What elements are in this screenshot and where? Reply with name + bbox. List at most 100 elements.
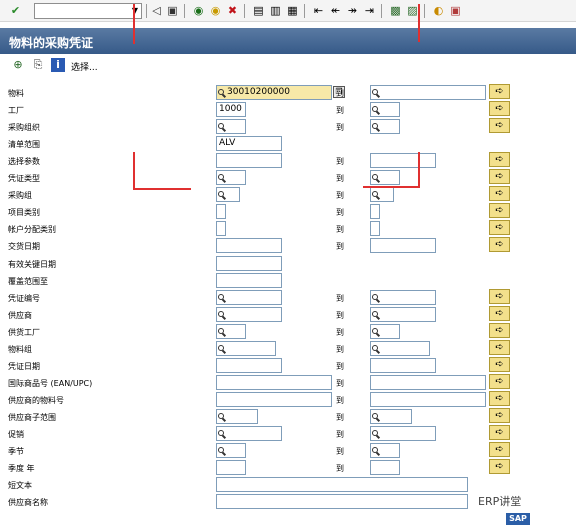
exit-icon[interactable]: ◉ — [208, 3, 223, 18]
execute-icon[interactable]: ⊕ — [11, 58, 25, 72]
low-value-input[interactable] — [216, 443, 246, 459]
back-nav-icon[interactable]: ◉ — [191, 3, 206, 18]
high-value-input[interactable] — [370, 85, 486, 100]
search-help-icon[interactable] — [218, 174, 226, 184]
high-value-input[interactable] — [370, 102, 400, 118]
low-value-input[interactable]: 30010200000 — [216, 85, 332, 100]
multiple-selection-button[interactable]: ➪ — [489, 442, 510, 458]
search-help-icon[interactable] — [372, 174, 380, 184]
multiple-selection-button[interactable]: ➪ — [489, 390, 510, 406]
prev-page-icon[interactable]: ↞ — [328, 3, 343, 18]
high-value-input[interactable] — [370, 153, 436, 169]
command-dropdown-icon[interactable]: ▼ — [130, 5, 140, 17]
search-help-icon[interactable] — [372, 327, 380, 337]
enter-icon[interactable]: ✔ — [8, 3, 23, 18]
search-help-icon[interactable] — [372, 106, 380, 115]
search-help-icon[interactable] — [372, 310, 380, 320]
multiple-selection-button[interactable]: ➪ — [489, 186, 510, 202]
low-value-input[interactable] — [216, 306, 282, 322]
search-help-icon[interactable] — [372, 430, 380, 439]
multiple-selection-button[interactable]: ➪ — [489, 237, 510, 253]
save-icon[interactable]: ▣ — [165, 3, 180, 18]
multiple-selection-button[interactable]: ➪ — [489, 459, 510, 475]
high-value-input[interactable] — [370, 408, 412, 424]
multiple-selection-button[interactable]: ➪ — [489, 101, 510, 117]
search-help-icon[interactable] — [218, 191, 226, 201]
multiple-selection-button[interactable]: ➪ — [489, 407, 510, 423]
low-value-input[interactable] — [216, 187, 240, 203]
search-help-icon[interactable] — [372, 191, 380, 201]
low-value-input[interactable] — [216, 204, 226, 220]
low-value-input[interactable] — [216, 255, 282, 271]
high-value-input[interactable] — [370, 221, 380, 237]
info-icon[interactable]: i — [51, 58, 65, 72]
high-value-input[interactable] — [370, 119, 400, 135]
multiple-selection-button[interactable]: ➪ — [489, 169, 510, 185]
low-value-input[interactable]: ALV — [216, 136, 282, 152]
multiple-selection-button[interactable]: ➪ — [489, 305, 510, 321]
low-value-input[interactable] — [216, 119, 246, 135]
high-value-input[interactable] — [370, 460, 400, 476]
command-field[interactable]: ▼ — [34, 3, 142, 19]
high-value-input[interactable] — [370, 323, 400, 339]
high-value-input[interactable] — [370, 391, 486, 407]
high-value-input[interactable] — [370, 426, 436, 441]
high-value-input[interactable] — [370, 170, 400, 186]
layout-icon[interactable]: ▣ — [448, 3, 463, 18]
low-value-input[interactable] — [216, 323, 246, 339]
search-help-icon[interactable] — [372, 412, 380, 422]
high-value-input[interactable] — [370, 374, 486, 390]
search-help-icon[interactable] — [218, 412, 226, 422]
search-help-icon[interactable] — [218, 89, 226, 98]
high-value-input[interactable] — [370, 357, 436, 373]
first-page-icon[interactable]: ⇤ — [311, 3, 326, 18]
search-help-icon[interactable] — [218, 430, 226, 439]
low-value-input[interactable] — [216, 340, 276, 356]
low-value-input[interactable]: 1000 — [216, 102, 246, 118]
low-value-input[interactable] — [216, 426, 282, 441]
multiple-selection-button[interactable]: ➪ — [489, 118, 510, 134]
low-value-input[interactable] — [216, 238, 282, 254]
search-help-icon[interactable] — [218, 310, 226, 320]
search-help-icon[interactable] — [372, 447, 380, 456]
low-value-input[interactable] — [216, 494, 468, 510]
high-value-input[interactable] — [370, 340, 430, 356]
multiple-selection-button[interactable]: ➪ — [489, 339, 510, 355]
search-help-icon[interactable] — [218, 123, 226, 133]
search-help-icon[interactable] — [372, 344, 380, 354]
find-icon[interactable]: ▥ — [268, 3, 283, 18]
search-help-icon[interactable] — [218, 327, 226, 337]
search-help-icon[interactable] — [372, 89, 380, 98]
search-help-icon[interactable] — [218, 293, 226, 303]
find-next-icon[interactable]: ▦ — [285, 3, 300, 18]
high-value-input[interactable] — [370, 187, 394, 203]
high-value-input[interactable] — [370, 443, 400, 459]
multiple-selection-button[interactable]: ➪ — [489, 220, 510, 236]
high-value-input[interactable] — [370, 306, 436, 322]
low-value-input[interactable] — [216, 391, 332, 407]
multiple-selection-button[interactable]: ➪ — [489, 322, 510, 338]
low-value-input[interactable] — [216, 221, 226, 237]
low-value-input[interactable] — [216, 289, 282, 305]
low-value-input[interactable] — [216, 374, 332, 390]
help-icon[interactable]: ◐ — [431, 3, 446, 18]
back-icon[interactable]: ◁ — [149, 3, 164, 18]
search-help-icon[interactable] — [218, 447, 226, 456]
multiple-selection-button[interactable]: ➪ — [489, 84, 510, 99]
create-session-icon[interactable]: ▩ — [388, 3, 403, 18]
low-value-input[interactable] — [216, 408, 258, 424]
multiple-selection-button[interactable]: ➪ — [489, 373, 510, 389]
high-value-input[interactable] — [370, 204, 380, 220]
multiple-selection-button[interactable]: ➪ — [489, 425, 510, 440]
search-help-icon[interactable] — [372, 293, 380, 303]
low-value-input[interactable] — [216, 357, 282, 373]
low-value-input[interactable] — [216, 153, 282, 169]
low-value-input[interactable] — [216, 477, 468, 493]
last-page-icon[interactable]: ⇥ — [362, 3, 377, 18]
multiple-selection-button[interactable]: ➪ — [489, 203, 510, 219]
cancel-icon[interactable]: ✖ — [225, 3, 240, 18]
high-value-input[interactable] — [370, 289, 436, 305]
search-help-icon[interactable] — [372, 123, 380, 133]
variant-icon[interactable]: ⎘ — [31, 58, 45, 72]
select-button[interactable]: 选择... — [71, 60, 98, 73]
